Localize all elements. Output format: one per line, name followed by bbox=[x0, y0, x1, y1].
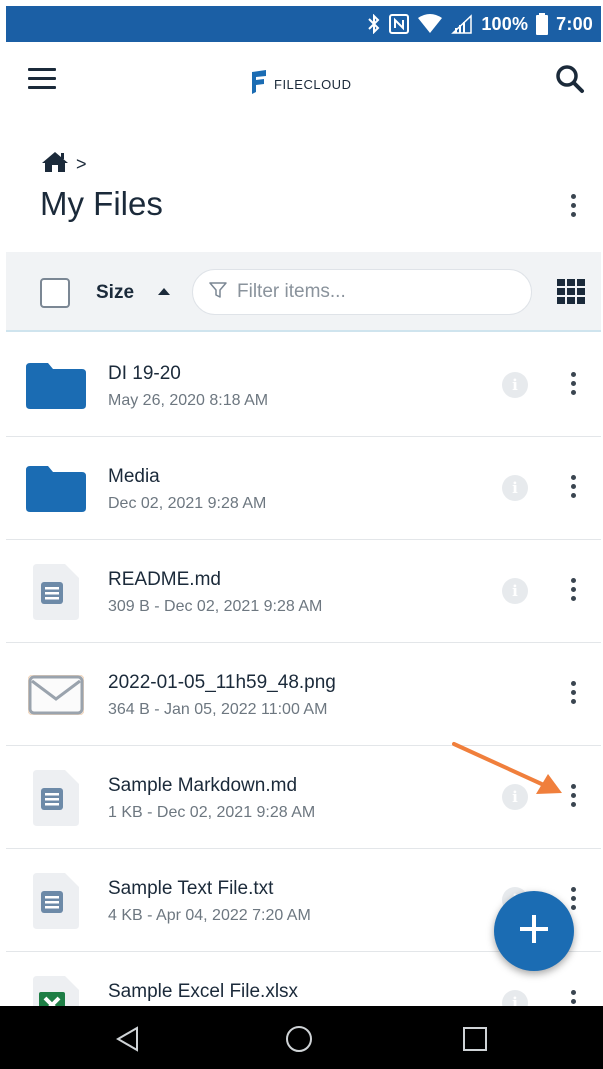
file-row[interactable]: Sample Markdown.md 1 KB - Dec 02, 2021 9… bbox=[6, 746, 601, 849]
sort-by-size-button[interactable]: Size bbox=[96, 282, 134, 304]
hamburger-menu-icon[interactable] bbox=[28, 68, 56, 92]
battery-icon bbox=[536, 13, 549, 35]
logo-text: FILECLOUD bbox=[274, 77, 352, 92]
more-options-icon[interactable] bbox=[566, 681, 580, 709]
clock: 7:00 bbox=[556, 13, 593, 34]
document-icon bbox=[26, 871, 86, 931]
file-meta: 364 B - Jan 05, 2022 11:00 AM bbox=[108, 701, 328, 718]
more-options-icon[interactable] bbox=[566, 784, 580, 812]
file-row[interactable]: README.md 309 B - Dec 02, 2021 9:28 AM i bbox=[6, 540, 601, 643]
folder-icon bbox=[26, 356, 86, 416]
document-icon bbox=[26, 768, 86, 828]
file-meta: 1 KB - Dec 02, 2021 9:28 AM bbox=[108, 804, 316, 821]
info-icon[interactable]: i bbox=[502, 372, 528, 398]
home-circle-icon[interactable] bbox=[284, 1024, 314, 1054]
sort-ascending-icon[interactable] bbox=[158, 288, 170, 295]
more-options-icon[interactable] bbox=[566, 578, 580, 606]
grid-view-icon[interactable] bbox=[557, 279, 585, 305]
select-all-checkbox[interactable] bbox=[40, 278, 70, 308]
add-fab-button[interactable] bbox=[494, 891, 574, 971]
list-toolbar: Size bbox=[6, 252, 601, 332]
plus-icon bbox=[516, 911, 552, 952]
filter-input[interactable] bbox=[237, 281, 507, 303]
wifi-icon bbox=[417, 14, 443, 34]
screenshot-border-left bbox=[0, 0, 6, 1006]
filecloud-logo-icon bbox=[250, 70, 268, 99]
app-logo: FILECLOUD bbox=[250, 70, 351, 99]
page-title: My Files bbox=[40, 185, 163, 222]
file-name: 2022-01-05_11h59_48.png bbox=[108, 672, 336, 693]
search-icon[interactable] bbox=[555, 64, 585, 94]
folder-more-options-icon[interactable] bbox=[566, 194, 580, 224]
battery-percent: 100% bbox=[481, 13, 529, 34]
document-icon bbox=[26, 562, 86, 622]
recents-square-icon[interactable] bbox=[460, 1024, 490, 1054]
status-bar: 100% 7:00 bbox=[6, 6, 601, 42]
app-bar: FILECLOUD bbox=[6, 42, 601, 126]
file-name: DI 19-20 bbox=[108, 363, 181, 384]
file-name: Sample Markdown.md bbox=[108, 775, 298, 796]
bluetooth-icon bbox=[367, 14, 381, 34]
file-row[interactable]: Media Dec 02, 2021 9:28 AM i bbox=[6, 437, 601, 540]
home-icon[interactable] bbox=[40, 150, 70, 179]
filter-box[interactable] bbox=[192, 269, 532, 315]
file-row[interactable]: 2022-01-05_11h59_48.png 364 B - Jan 05, … bbox=[6, 643, 601, 746]
file-meta: 309 B - Dec 02, 2021 9:28 AM bbox=[108, 598, 323, 615]
more-options-icon[interactable] bbox=[566, 372, 580, 400]
file-row[interactable]: DI 19-20 May 26, 2020 8:18 AM i bbox=[6, 334, 601, 437]
envelope-thumbnail-icon bbox=[26, 665, 86, 725]
file-name: Sample Text File.txt bbox=[108, 878, 274, 899]
file-meta: Dec 02, 2021 9:28 AM bbox=[108, 495, 267, 512]
file-meta: May 26, 2020 8:18 AM bbox=[108, 392, 269, 409]
info-icon[interactable]: i bbox=[502, 784, 528, 810]
signal-icon bbox=[451, 14, 473, 34]
folder-icon bbox=[26, 459, 86, 519]
file-name: README.md bbox=[108, 569, 221, 590]
file-meta: 4 KB - Apr 04, 2022 7:20 AM bbox=[108, 907, 311, 924]
nfc-icon bbox=[389, 14, 410, 34]
filter-icon bbox=[209, 281, 227, 304]
more-options-icon[interactable] bbox=[566, 475, 580, 503]
back-triangle-icon[interactable] bbox=[113, 1024, 143, 1054]
info-icon[interactable]: i bbox=[502, 578, 528, 604]
system-nav-bar bbox=[0, 1006, 603, 1069]
info-icon[interactable]: i bbox=[502, 475, 528, 501]
breadcrumb-separator: > bbox=[76, 154, 87, 174]
breadcrumb: > bbox=[40, 150, 87, 179]
file-name: Media bbox=[108, 466, 160, 487]
file-name: Sample Excel File.xlsx bbox=[108, 981, 299, 1002]
